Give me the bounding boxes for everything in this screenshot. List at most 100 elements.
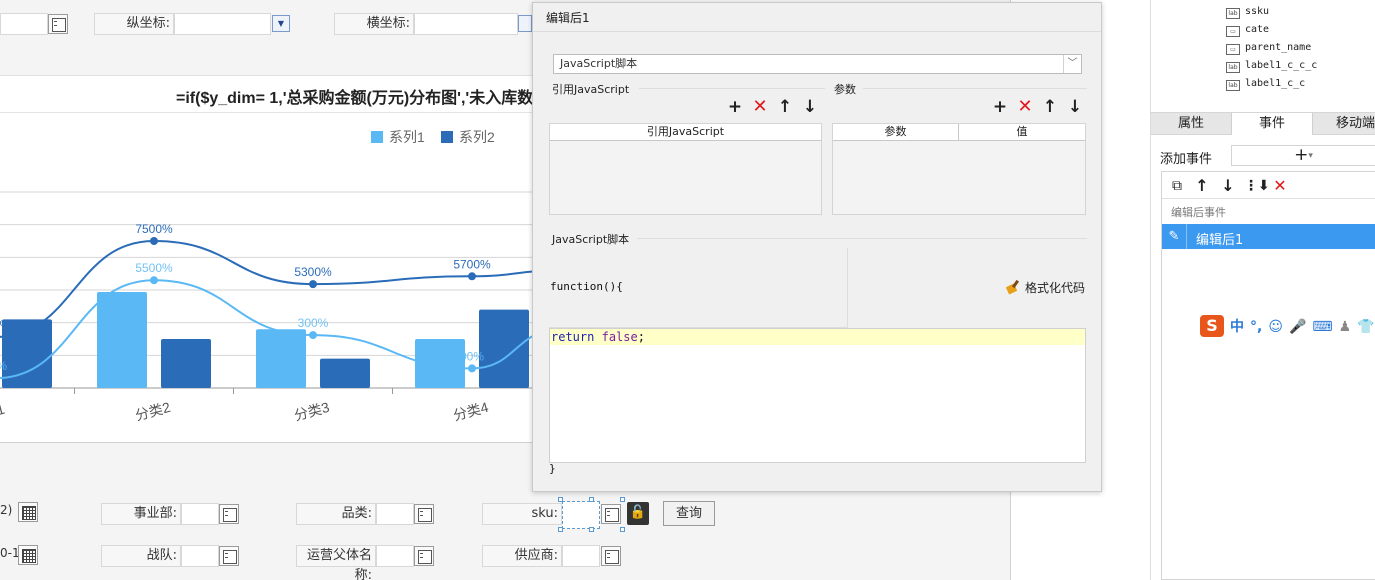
calendar-icon[interactable] xyxy=(18,545,38,565)
arrow-down-icon[interactable]: ↓ xyxy=(1218,176,1238,196)
resize-handle[interactable] xyxy=(589,497,594,502)
user-icon[interactable]: ♟ xyxy=(1339,319,1352,335)
query-button[interactable]: 查询 xyxy=(663,501,715,526)
tree-item-label1-c-c-c[interactable]: lab label1_c_c_c xyxy=(1226,60,1317,73)
tree-item-label: ssku xyxy=(1245,6,1270,17)
move-to-bottom-icon[interactable]: ⋮⬇ xyxy=(1244,176,1270,196)
date-input-top[interactable] xyxy=(0,13,48,35)
add-icon[interactable]: + xyxy=(725,97,745,117)
script-type-select[interactable]: JavaScript脚本 ﹀ xyxy=(553,54,1082,74)
bar xyxy=(256,329,306,388)
legend-swatch xyxy=(371,131,383,143)
parent-name-input[interactable] xyxy=(376,545,414,567)
resize-handle[interactable] xyxy=(620,497,625,502)
resize-handle[interactable] xyxy=(558,527,563,532)
code-line[interactable]: return false; xyxy=(551,329,645,345)
tab-properties[interactable]: 属性 xyxy=(1151,113,1231,135)
arrow-up-icon[interactable]: ↑ xyxy=(775,97,795,117)
lock-icon[interactable]: 🔓 xyxy=(627,502,649,525)
ime-punctuation-indicator[interactable]: °, xyxy=(1250,319,1262,335)
broom-icon xyxy=(1005,280,1021,294)
sku-input-selected[interactable] xyxy=(562,501,600,529)
category-tick-label: 分类3 xyxy=(292,399,331,424)
category-picker-icon[interactable] xyxy=(414,504,434,524)
legend-label: 系列1 xyxy=(389,129,425,145)
sku-label: sku: xyxy=(482,503,562,525)
team-input[interactable] xyxy=(181,545,219,567)
team-label: 战队: xyxy=(101,545,181,567)
ref-js-table[interactable]: 引用JavaScript xyxy=(549,123,822,215)
emoji-icon[interactable]: ☺ xyxy=(1268,319,1283,335)
property-panel: labssku cate parent_name lablabel1_c_c_c… xyxy=(1150,0,1375,580)
line-point xyxy=(468,272,476,281)
business-unit-input[interactable] xyxy=(181,503,219,525)
arrow-down-icon[interactable]: ↓ xyxy=(1065,97,1085,117)
category-tick-label: 分类2 xyxy=(133,399,172,424)
category-label: 品类: xyxy=(296,503,376,525)
copy-icon[interactable]: ⧉ xyxy=(1167,176,1187,196)
ime-toolbar[interactable]: S 中 °, ☺ 🎤 ⌨ ♟ 👕 xyxy=(1200,315,1375,337)
add-icon[interactable]: + xyxy=(990,97,1010,117)
x-axis-dropdown-icon[interactable] xyxy=(518,15,532,32)
arrow-up-icon[interactable]: ↑ xyxy=(1040,97,1060,117)
resize-handle[interactable] xyxy=(620,527,625,532)
input-widget-icon xyxy=(1226,44,1240,55)
tree-item-cate[interactable]: cate xyxy=(1226,24,1269,37)
sku-picker-icon[interactable] xyxy=(601,504,621,524)
arrow-down-icon[interactable]: ↓ xyxy=(800,97,820,117)
bar xyxy=(161,339,211,388)
data-label: 7500% xyxy=(135,222,173,236)
resize-handle[interactable] xyxy=(558,497,563,502)
add-event-button[interactable]: +▾ xyxy=(1231,145,1375,166)
event-item-selected[interactable]: ✎ 编辑后1 xyxy=(1162,224,1375,249)
sogou-ime-logo[interactable]: S xyxy=(1200,315,1224,337)
supplier-input[interactable] xyxy=(562,545,600,567)
tab-events[interactable]: 事件 xyxy=(1231,113,1313,135)
param-column-header[interactable]: 参数 xyxy=(833,124,959,141)
skin-icon[interactable]: 👕 xyxy=(1357,319,1374,335)
delete-icon[interactable]: ✕ xyxy=(1270,176,1290,196)
keyboard-icon[interactable]: ⌨ xyxy=(1312,319,1332,335)
business-unit-picker-icon[interactable] xyxy=(219,504,239,524)
line-point xyxy=(309,331,317,340)
delete-icon[interactable]: ✕ xyxy=(1015,97,1035,117)
event-toolbar: ⧉ ↑ ↓ ⋮⬇ ✕ xyxy=(1162,172,1375,199)
format-code-button[interactable]: 格式化代码 xyxy=(1005,279,1085,296)
category-input[interactable] xyxy=(376,503,414,525)
y-axis-dropdown-icon[interactable]: ▼ xyxy=(272,15,290,32)
ime-mode-indicator[interactable]: 中 xyxy=(1230,316,1244,336)
input-widget-icon xyxy=(1226,26,1240,37)
data-label: 00% xyxy=(460,349,484,363)
team-picker-icon[interactable] xyxy=(219,546,239,566)
tree-item-label1-c-c[interactable]: lab label1_c_c xyxy=(1226,78,1305,91)
picker-icon[interactable] xyxy=(48,14,68,34)
params-table[interactable]: 参数 值 xyxy=(832,123,1086,215)
tree-item-parent-name[interactable]: parent_name xyxy=(1226,42,1311,55)
delete-icon[interactable]: ✕ xyxy=(750,97,770,117)
date-partial-1: 2) xyxy=(0,503,13,517)
event-list: ⧉ ↑ ↓ ⋮⬇ ✕ 编辑后事件 ✎ 编辑后1 S 中 °, ☺ 🎤 ⌨ ♟ 👕 xyxy=(1161,171,1375,580)
dialog-title-divider xyxy=(533,31,1101,32)
tree-item-ssku[interactable]: lab ssku xyxy=(1226,6,1269,19)
chevron-down-icon[interactable]: ﹀ xyxy=(1063,55,1081,73)
ref-js-column-header[interactable]: 引用JavaScript xyxy=(550,124,821,141)
arrow-up-icon[interactable]: ↑ xyxy=(1192,176,1212,196)
bar xyxy=(320,358,370,388)
parent-name-picker-icon[interactable] xyxy=(414,546,434,566)
supplier-picker-icon[interactable] xyxy=(601,546,621,566)
ref-js-section-label: 引用JavaScript xyxy=(552,83,630,96)
x-axis-label: 横坐标: xyxy=(334,13,414,35)
y-axis-select[interactable] xyxy=(174,13,271,35)
edit-icon[interactable]: ✎ xyxy=(1162,224,1187,249)
add-event-label: 添加事件 xyxy=(1160,152,1213,167)
calendar-icon[interactable] xyxy=(18,502,38,522)
tab-mobile[interactable]: 移动端 xyxy=(1313,113,1375,135)
microphone-icon[interactable]: 🎤 xyxy=(1289,319,1306,335)
tree-item-label: cate xyxy=(1245,24,1270,35)
x-axis-select[interactable] xyxy=(414,13,518,35)
code-keyword: return xyxy=(551,330,595,344)
code-editor[interactable]: return false; xyxy=(549,328,1086,463)
resize-handle[interactable] xyxy=(589,527,594,532)
value-column-header[interactable]: 值 xyxy=(959,124,1085,141)
panel-tabs: 属性 事件 移动端 xyxy=(1151,112,1375,135)
